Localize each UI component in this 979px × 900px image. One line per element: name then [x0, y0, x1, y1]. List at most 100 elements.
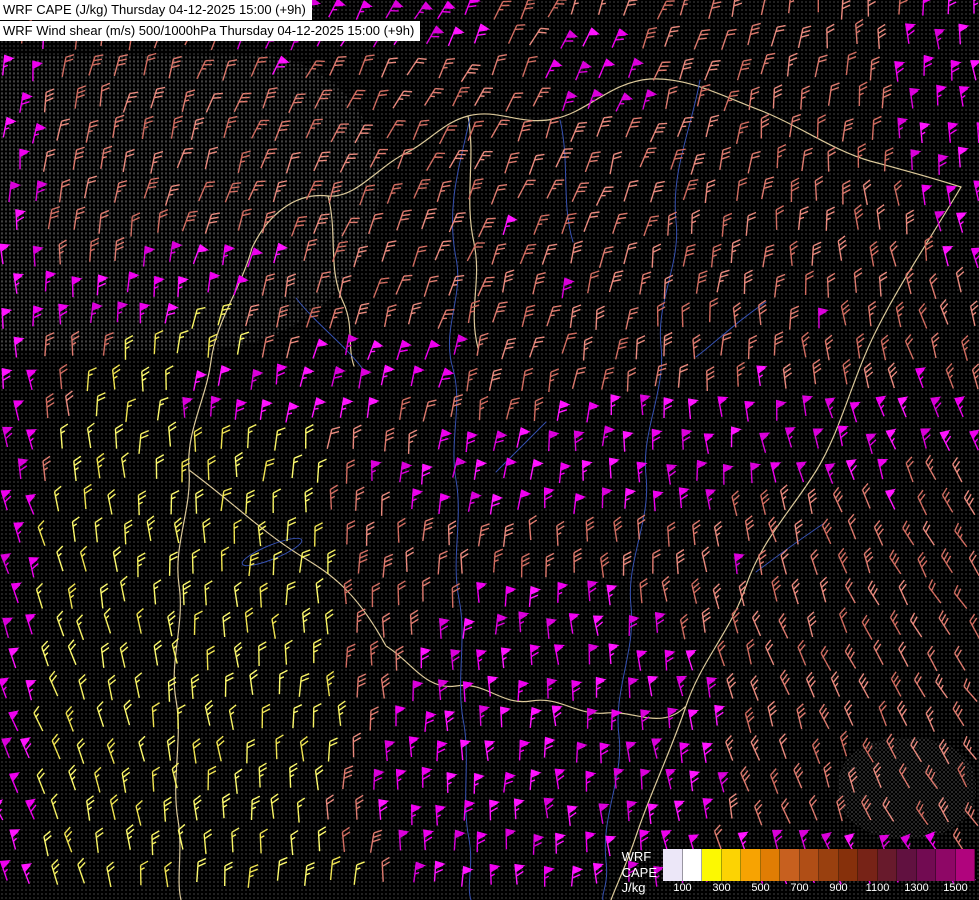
- wind-barb: [746, 638, 755, 665]
- wind-barb: [247, 180, 266, 201]
- wind-barb: [553, 644, 566, 665]
- wind-barb: [436, 740, 448, 762]
- wind-barb: [873, 520, 884, 546]
- wind-barb: [969, 613, 979, 640]
- wind-barb: [107, 488, 116, 515]
- wind-barb: [192, 244, 210, 265]
- wind-barb: [407, 302, 422, 325]
- wind-barb: [380, 364, 396, 386]
- wind-barb: [122, 148, 135, 173]
- wind-barb: [125, 824, 135, 850]
- wind-barb: [894, 60, 906, 82]
- wind-barb: [896, 700, 908, 727]
- wind-barb: [863, 362, 874, 389]
- wind-barb: [821, 518, 832, 545]
- wind-barb: [261, 703, 271, 729]
- wind-barb: [862, 179, 872, 206]
- wind-barb: [56, 118, 71, 141]
- wind-barb: [873, 639, 884, 666]
- wind-barb: [782, 363, 792, 389]
- wind-barb: [359, 184, 376, 206]
- wind-barb: [816, 114, 827, 139]
- wind-barb: [228, 704, 237, 731]
- wind-barb: [274, 120, 291, 141]
- wind-barb: [586, 401, 600, 423]
- wind-barb: [261, 273, 276, 296]
- wind-barb: [44, 332, 55, 357]
- wind-barb: [0, 677, 10, 699]
- wind-barb: [775, 205, 785, 230]
- wind-barb: [811, 738, 821, 765]
- wind-barb: [918, 302, 928, 329]
- wind-barb: [872, 762, 882, 788]
- wind-barb: [43, 88, 55, 113]
- wind-barb: [484, 740, 496, 761]
- wind-barb: [573, 493, 587, 514]
- wind-barb: [587, 580, 599, 602]
- wind-barb: [627, 57, 645, 78]
- wind-barb: [740, 765, 751, 792]
- wind-barb: [270, 793, 280, 819]
- wind-barb: [237, 150, 251, 174]
- wind-barb: [233, 274, 249, 296]
- wind-barb: [529, 769, 542, 791]
- wind-barb: [897, 396, 909, 418]
- wind-barb: [875, 395, 887, 417]
- wind-barb: [422, 576, 431, 602]
- wind-barb: [940, 548, 953, 574]
- wind-barb: [776, 143, 787, 169]
- wind-barb: [925, 454, 937, 481]
- wind-barb: [330, 123, 349, 143]
- wind-barb: [592, 862, 605, 884]
- wind-barb: [100, 642, 110, 668]
- wind-barb: [397, 580, 406, 606]
- wind-barb: [276, 304, 289, 328]
- wind-barb: [42, 148, 56, 172]
- wind-barb: [233, 92, 252, 113]
- wind-barb: [969, 300, 979, 327]
- wind-barb: [734, 553, 746, 574]
- wind-barb: [71, 276, 83, 298]
- wind-barb: [438, 58, 456, 79]
- wind-barb: [452, 86, 470, 107]
- wind-barb: [151, 830, 160, 856]
- wind-barb: [196, 59, 215, 80]
- wind-barb: [863, 547, 874, 574]
- wind-barb: [844, 643, 857, 669]
- wind-barb: [800, 85, 811, 110]
- wind-barb: [789, 113, 802, 138]
- wind-barb: [837, 547, 848, 574]
- wind-barb: [573, 548, 582, 573]
- legend-swatch: [838, 849, 858, 881]
- wind-barb: [842, 358, 852, 385]
- river: [755, 521, 827, 573]
- wind-barb: [910, 149, 922, 171]
- wind-barb: [422, 399, 437, 422]
- wind-barb: [171, 637, 180, 664]
- wind-barb: [222, 59, 238, 81]
- wind-barb: [529, 644, 541, 666]
- wind-barb: [341, 217, 360, 237]
- wind-barb: [437, 550, 448, 575]
- wind-barb: [8, 710, 20, 732]
- wind-barb: [546, 618, 558, 639]
- wind-barb: [581, 459, 593, 481]
- wind-barb: [808, 794, 818, 821]
- wind-barb: [304, 487, 314, 513]
- wind-barb: [730, 238, 741, 264]
- wind-barb: [142, 245, 156, 267]
- wind-barb: [302, 607, 311, 633]
- wind-barb: [647, 803, 659, 825]
- wind-barb: [196, 857, 207, 883]
- wind-barb: [234, 768, 243, 794]
- wind-barb: [478, 395, 489, 421]
- wind-barb: [798, 829, 810, 851]
- wind-barb: [955, 266, 965, 293]
- wind-barb: [460, 548, 469, 574]
- wind-barb: [13, 336, 25, 358]
- wind-barb: [543, 487, 555, 509]
- wind-barb: [717, 396, 729, 417]
- wind-barb: [744, 400, 756, 422]
- wind-barb: [247, 247, 264, 268]
- wind-barb: [352, 424, 362, 449]
